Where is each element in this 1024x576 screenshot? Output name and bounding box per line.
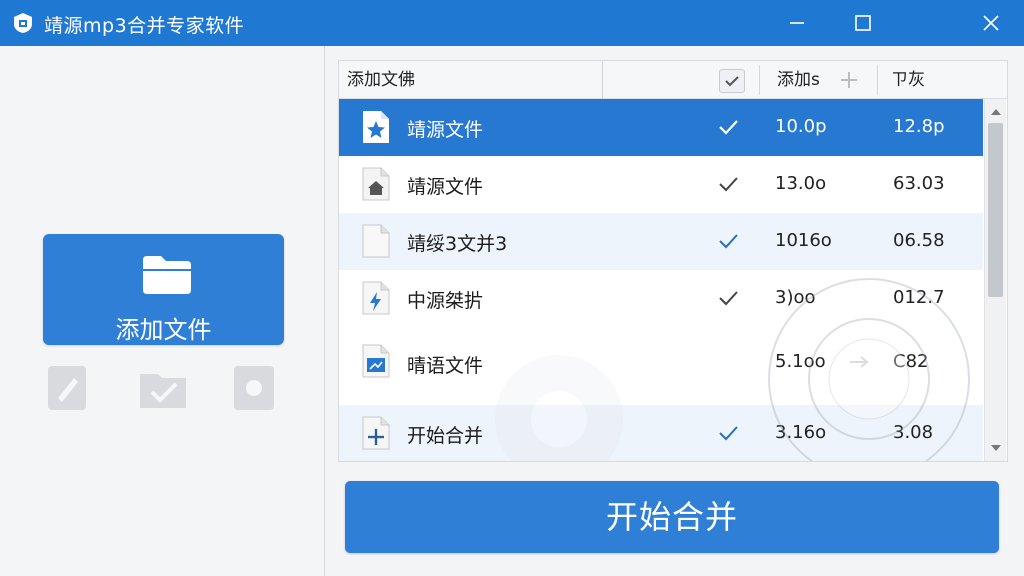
file-name: 中源桀扸 [407, 290, 484, 312]
file-size: 13.0o [775, 173, 827, 194]
scrollbar-thumb[interactable] [988, 123, 1003, 297]
left-panel: 添加文件 [0, 46, 325, 576]
select-all-checkbox[interactable] [719, 69, 745, 93]
ghost-toolbar [40, 360, 290, 416]
file-duration: 3.08 [893, 422, 934, 443]
file-duration: 63.03 [893, 173, 945, 194]
home-file-icon [362, 167, 390, 201]
minimize-icon [790, 22, 804, 24]
plus-file-icon [362, 416, 390, 450]
file-duration: C82 [893, 351, 929, 372]
vertical-scrollbar[interactable] [984, 99, 1006, 461]
checkmark-icon [725, 76, 739, 87]
maximize-button[interactable] [832, 0, 894, 46]
column-divider [759, 65, 760, 95]
file-name: 开始合并 [407, 425, 484, 447]
column-header-name[interactable]: 添加文佛 [339, 61, 603, 99]
checkmark-icon[interactable] [717, 230, 739, 252]
file-size: 10.0p [775, 116, 827, 137]
star-file-icon [363, 111, 389, 143]
checkmark-icon[interactable] [717, 173, 739, 195]
add-file-button-label: 添加文件 [115, 316, 212, 344]
file-row[interactable]: 靖绥3文并3 1016o 06.58 [339, 213, 983, 270]
file-size: 1016o [775, 230, 832, 251]
file-row[interactable]: 靖源文件 10.0p 12.8p [339, 99, 983, 156]
file-row[interactable]: 晴语文件 5.1oo C82 [339, 327, 983, 397]
file-row[interactable]: 开始合并 3.16o 3.08 [339, 405, 983, 461]
image-file-icon [362, 344, 390, 378]
scroll-up-button[interactable] [985, 101, 1007, 123]
add-column-icon [841, 72, 857, 88]
lightning-file-icon [362, 281, 390, 315]
folder-icon [143, 256, 191, 294]
list-header: 添加文佛 添加s ㄗ灰 [339, 61, 1007, 99]
file-rows: 靖源文件 10.0p 12.8p 靖源文件 13.0o 63.03 靖绥3文并3… [339, 99, 983, 461]
file-size: 5.1oo [775, 351, 826, 372]
close-icon [983, 15, 999, 31]
close-button[interactable] [960, 0, 1022, 46]
file-row[interactable]: 靖源文件 13.0o 63.03 [339, 156, 983, 213]
chevron-up-icon [991, 109, 1001, 115]
check-folder-icon [140, 374, 186, 408]
column-divider [877, 65, 878, 95]
file-size: 3)oo [775, 287, 816, 308]
file-name: 靖源文件 [407, 119, 484, 141]
file-duration: 12.8p [893, 116, 945, 137]
chevron-down-icon [991, 445, 1001, 451]
file-duration: 012.7 [893, 287, 945, 308]
checkmark-icon[interactable] [717, 422, 739, 444]
blank-file-icon [362, 224, 390, 258]
settings-file-icon [234, 366, 274, 410]
checkmark-icon[interactable] [717, 287, 739, 309]
file-list: 添加文佛 添加s ㄗ灰 靖源文件 10.0p 12.8p 靖源文件 13.0o … [338, 60, 1008, 462]
column-header-size[interactable]: 添加s [777, 61, 820, 99]
edit-file-icon [48, 366, 86, 410]
add-file-button[interactable]: 添加文件 [43, 234, 284, 345]
arrow-right-icon [850, 356, 869, 368]
file-name: 靖源文件 [407, 176, 484, 198]
file-name: 靖绥3文并3 [407, 233, 508, 255]
file-row[interactable]: 中源桀扸 3)oo 012.7 [339, 270, 983, 327]
file-name: 晴语文件 [407, 355, 484, 377]
checkmark-icon[interactable] [717, 116, 739, 138]
maximize-icon [855, 15, 871, 31]
window-title: 靖源mp3合并专家软件 [44, 15, 245, 37]
title-bar: 靖源mp3合并专家软件 [0, 0, 1024, 46]
scroll-down-button[interactable] [985, 437, 1007, 459]
column-header-status[interactable]: ㄗ灰 [891, 61, 925, 99]
minimize-button[interactable] [766, 0, 828, 46]
app-logo-icon [14, 13, 32, 33]
start-merge-button[interactable]: 开始合并 [345, 481, 999, 553]
file-size: 3.16o [775, 422, 827, 443]
file-duration: 06.58 [893, 230, 945, 251]
